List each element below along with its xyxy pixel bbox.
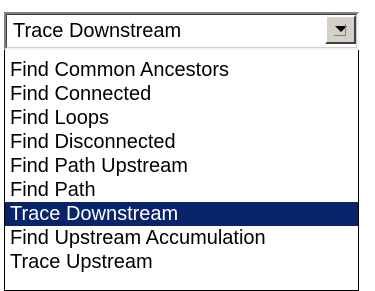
dropdown-list: Find Common Ancestors Find Connected Fin… — [4, 50, 359, 291]
trace-task-combobox[interactable]: Trace Downstream — [4, 12, 359, 50]
list-item-find-path[interactable]: Find Path — [5, 178, 358, 202]
list-item-find-upstream-accumulation[interactable]: Find Upstream Accumulation — [5, 226, 358, 250]
list-item-trace-downstream[interactable]: Trace Downstream — [5, 202, 358, 226]
chevron-down-icon — [335, 26, 347, 32]
list-item-find-common-ancestors[interactable]: Find Common Ancestors — [5, 58, 358, 82]
list-item-find-loops[interactable]: Find Loops — [5, 106, 358, 130]
list-item-trace-upstream[interactable]: Trace Upstream — [5, 250, 358, 274]
combobox-selected-value: Trace Downstream — [13, 20, 182, 42]
dropdown-button[interactable] — [325, 15, 356, 44]
list-item-find-connected[interactable]: Find Connected — [5, 82, 358, 106]
list-item-find-path-upstream[interactable]: Find Path Upstream — [5, 154, 358, 178]
list-item-find-disconnected[interactable]: Find Disconnected — [5, 130, 358, 154]
